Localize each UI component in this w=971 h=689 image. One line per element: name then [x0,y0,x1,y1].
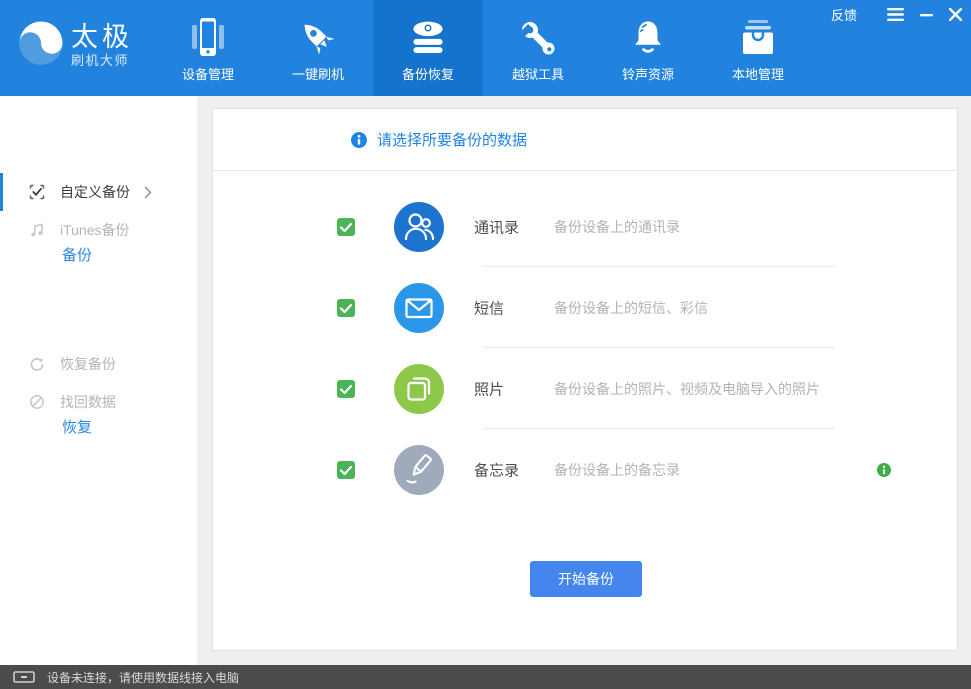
nav-label: 越狱工具 [512,64,564,83]
window-controls [887,8,962,21]
menu-icon[interactable] [887,8,904,21]
checkbox-select-icon [29,184,45,200]
memo-info-icon[interactable] [877,463,891,477]
sidebar-item-label: 找回数据 [60,392,116,412]
nav-tab-local-manage[interactable]: 本地管理 [703,0,813,96]
nav-label: 设备管理 [182,64,234,83]
backup-options-list: 通讯录 备份设备上的通讯录 短信 备份设备上的短信、彩信 [213,172,957,510]
row-title: 备忘录 [474,459,519,480]
info-icon [351,132,367,148]
status-bar: 设备未连接，请使用数据线接入电脑 [0,665,971,689]
database-icon [408,18,448,58]
start-backup-button[interactable]: 开始备份 [530,561,642,597]
photos-checkbox[interactable] [337,380,355,398]
memo-pencil-icon [394,445,444,495]
row-description: 备份设备上的通讯录 [554,217,680,237]
sidebar-item-itunes-backup[interactable]: iTunes备份 [0,211,197,249]
taiji-icon [19,21,63,70]
active-indicator [0,173,3,211]
nav-tab-backup-restore[interactable]: 备份恢复 [373,0,483,96]
sidebar-item-label: 自定义备份 [60,182,130,202]
sidebar-item-label: 恢复备份 [60,354,116,374]
chevron-right-icon [144,186,152,199]
sidebar: 备份 自定义备份 iTunes备份 恢复 [0,96,197,665]
nav-tab-jailbreak-tools[interactable]: 越狱工具 [483,0,593,96]
row-title: 短信 [474,297,504,318]
nav-label: 本地管理 [732,64,784,83]
nav-tab-one-key-flash[interactable]: 一键刷机 [263,0,373,96]
phone-icon [191,18,225,58]
backup-row-photos: 照片 备份设备上的照片、视频及电脑导入的照片 [213,348,957,429]
sidebar-item-recover-data[interactable]: 找回数据 [0,383,197,421]
contacts-checkbox[interactable] [337,218,355,236]
backup-row-memos: 备忘录 备份设备上的备忘录 [213,429,957,510]
feedback-link[interactable]: 反馈 [831,5,857,24]
row-title: 通讯录 [474,216,519,237]
bell-icon [629,18,667,58]
nav-label: 一键刷机 [292,64,344,83]
rocket-icon [298,18,338,58]
backup-prompt: 请选择所要备份的数据 [377,129,527,150]
nav-label: 铃声资源 [622,64,674,83]
archive-box-icon [739,18,777,58]
row-description: 备份设备上的备忘录 [554,460,680,480]
sidebar-item-label: iTunes备份 [60,220,130,240]
memos-checkbox[interactable] [337,461,355,479]
recover-slash-icon [29,394,45,410]
nav-label: 备份恢复 [402,64,454,83]
photos-icon [394,364,444,414]
sidebar-item-restore-backup[interactable]: 恢复备份 [0,345,197,383]
message-icon [394,283,444,333]
main-nav: 设备管理 一键刷机 [153,0,813,96]
row-description: 备份设备上的照片、视频及电脑导入的照片 [554,379,820,399]
backup-panel: 请选择所要备份的数据 通讯录 备份设备上的 [212,108,958,651]
wrench-icon [519,18,557,58]
messages-checkbox[interactable] [337,299,355,317]
contacts-icon [394,202,444,252]
app-logo: 太极 刷机大师 [19,21,133,70]
brand-name: 太极 [71,24,133,51]
backup-row-messages: 短信 备份设备上的短信、彩信 [213,267,957,348]
brand-subname: 刷机大师 [71,54,133,67]
panel-header: 请选择所要备份的数据 [213,109,957,171]
nav-tab-device-manage[interactable]: 设备管理 [153,0,263,96]
nav-tab-ringtone-resources[interactable]: 铃声资源 [593,0,703,96]
restore-arrow-icon [29,356,45,372]
usb-connector-icon [13,671,35,683]
backup-row-contacts: 通讯录 备份设备上的通讯录 [213,186,957,267]
app-header: 太极 刷机大师 设备管理 [0,0,971,96]
status-message: 设备未连接，请使用数据线接入电脑 [47,669,239,686]
minimize-icon[interactable] [920,8,933,21]
row-description: 备份设备上的短信、彩信 [554,298,708,318]
row-title: 照片 [474,378,504,399]
sidebar-item-custom-backup[interactable]: 自定义备份 [0,173,197,211]
close-icon[interactable] [949,8,962,21]
music-note-icon [29,222,45,238]
